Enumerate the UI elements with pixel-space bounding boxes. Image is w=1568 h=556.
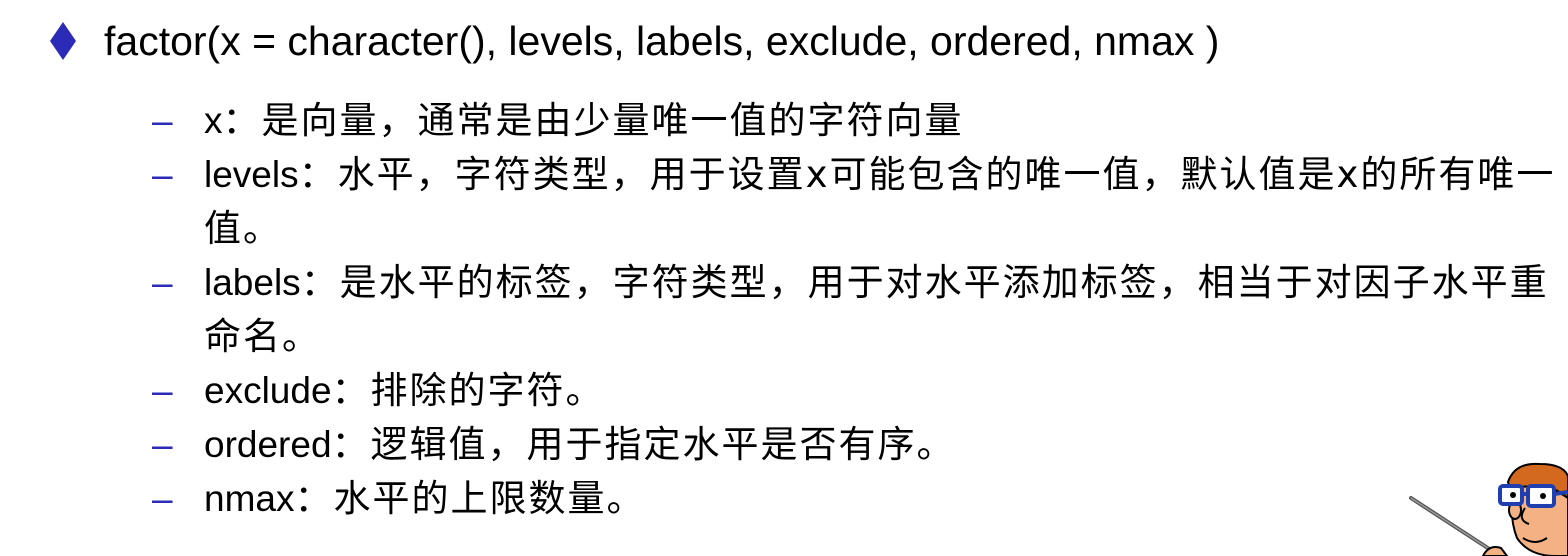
- list-item-ordered: – ordered：逻辑值，用于指定水平是否有序。: [152, 418, 1562, 472]
- list-item-labels: – labels：是水平的标签，字符类型，用于对水平添加标签，相当于对因子水平重…: [152, 256, 1562, 364]
- list-item-exclude: – exclude：排除的字符。: [152, 364, 1562, 418]
- professor-cartoon-icon: [1409, 462, 1568, 556]
- diamond-icon: [50, 22, 76, 60]
- dash-bullet: –: [152, 100, 173, 141]
- dash-bullet: –: [152, 478, 173, 519]
- arg-description: ：是水平的标签，字符类型，用于对水平添加标签，相当于对因子水平重命名。: [204, 261, 1549, 358]
- function-signature: factor(x = character(), levels, labels, …: [104, 18, 1220, 64]
- dash-bullet: –: [152, 424, 173, 465]
- list-item-nmax: – nmax：水平的上限数量。: [152, 472, 1562, 526]
- slide: factor(x = character(), levels, labels, …: [0, 0, 1568, 556]
- arg-description: ：排除的字符。: [331, 369, 605, 412]
- arg-name: ordered: [204, 424, 332, 465]
- arg-name: levels: [204, 154, 299, 195]
- argument-list: – x：是向量，通常是由少量唯一值的字符向量 – levels：水平，字符类型，…: [152, 94, 1562, 526]
- dash-bullet: –: [152, 370, 173, 411]
- arg-name: labels: [204, 262, 301, 303]
- arg-description: ：水平，字符类型，用于设置x可能包含的唯一值，默认值是x的所有唯一值。: [204, 153, 1556, 250]
- list-item-levels: – levels：水平，字符类型，用于设置x可能包含的唯一值，默认值是x的所有唯…: [152, 148, 1562, 256]
- arg-description: ：是向量，通常是由少量唯一值的字符向量: [222, 99, 964, 142]
- arg-description: ：逻辑值，用于指定水平是否有序。: [331, 423, 956, 466]
- arg-name: nmax: [204, 478, 295, 519]
- arg-description: ：水平的上限数量。: [294, 477, 646, 520]
- dash-bullet: –: [152, 262, 173, 303]
- arg-name: exclude: [204, 370, 332, 411]
- arg-name: x: [204, 100, 223, 141]
- main-bullet: factor(x = character(), levels, labels, …: [48, 14, 1219, 68]
- list-item-x: – x：是向量，通常是由少量唯一值的字符向量: [152, 94, 1562, 148]
- dash-bullet: –: [152, 154, 173, 195]
